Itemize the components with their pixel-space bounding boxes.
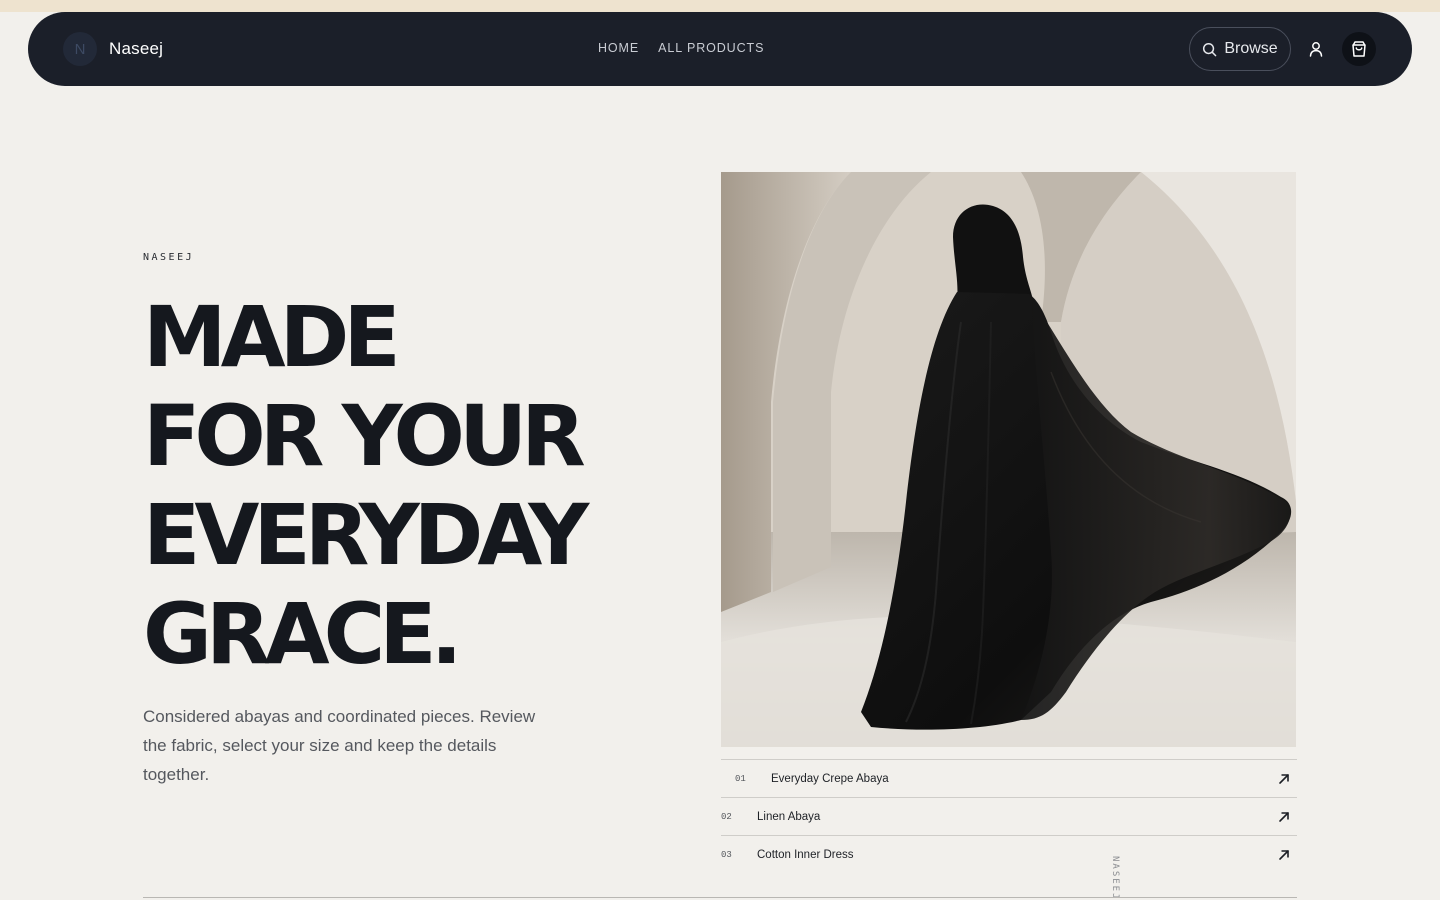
nav-link-all-products[interactable]: ALL PRODUCTS — [658, 41, 764, 55]
arrow-up-right-icon — [1277, 772, 1291, 786]
account-button[interactable] — [1304, 37, 1328, 61]
site-header: N Naseej HOME ALL PRODUCTS Browse — [28, 12, 1412, 86]
product-row[interactable]: 02 Linen Abaya — [721, 797, 1297, 835]
hero-description: Considered abayas and coordinated pieces… — [143, 707, 536, 784]
section-divider — [143, 897, 1297, 898]
product-list: 01 Everyday Crepe Abaya 02 Linen Abaya 0… — [721, 759, 1297, 873]
product-number: 03 — [721, 849, 732, 860]
nav-link-home[interactable]: HOME — [598, 41, 639, 55]
brand-home-link[interactable]: N Naseej — [63, 32, 163, 66]
arrow-up-right-icon — [1277, 810, 1291, 824]
cart-button[interactable] — [1342, 32, 1376, 66]
hero-title-line: EVERYDAY — [143, 486, 589, 584]
search-icon — [1202, 42, 1217, 57]
hero-eyebrow: NASEEJ — [143, 252, 195, 263]
vertical-brand-label: NASEEJ — [1110, 856, 1120, 900]
product-name: Cotton Inner Dress — [757, 848, 854, 861]
product-name: Linen Abaya — [757, 810, 821, 823]
hero-image-abaya — [721, 172, 1296, 747]
hero-title: MADE FOR YOUR EVERYDAY GRACE. — [143, 288, 663, 684]
product-number: 02 — [721, 811, 732, 822]
browse-button[interactable]: Browse — [1189, 27, 1291, 71]
hero-title-line: MADE — [143, 288, 401, 386]
brand-logo-mark: N — [63, 32, 97, 66]
product-row[interactable]: 03 Cotton Inner Dress — [721, 835, 1297, 873]
hero-title-line: FOR YOUR — [143, 387, 586, 485]
top-announcement-strip — [0, 0, 1440, 12]
main-nav: HOME ALL PRODUCTS — [598, 41, 764, 55]
product-name: Everyday Crepe Abaya — [771, 772, 889, 785]
product-row[interactable]: 01 Everyday Crepe Abaya — [721, 759, 1297, 797]
product-number: 01 — [735, 773, 746, 784]
browse-label: Browse — [1224, 40, 1278, 57]
shopping-bag-icon — [1350, 40, 1368, 58]
brand-name: Naseej — [109, 39, 164, 58]
user-icon — [1309, 41, 1323, 57]
hero-image-illustration — [721, 172, 1296, 747]
hero-title-line: GRACE. — [143, 585, 463, 683]
arrow-up-right-icon — [1277, 848, 1291, 862]
